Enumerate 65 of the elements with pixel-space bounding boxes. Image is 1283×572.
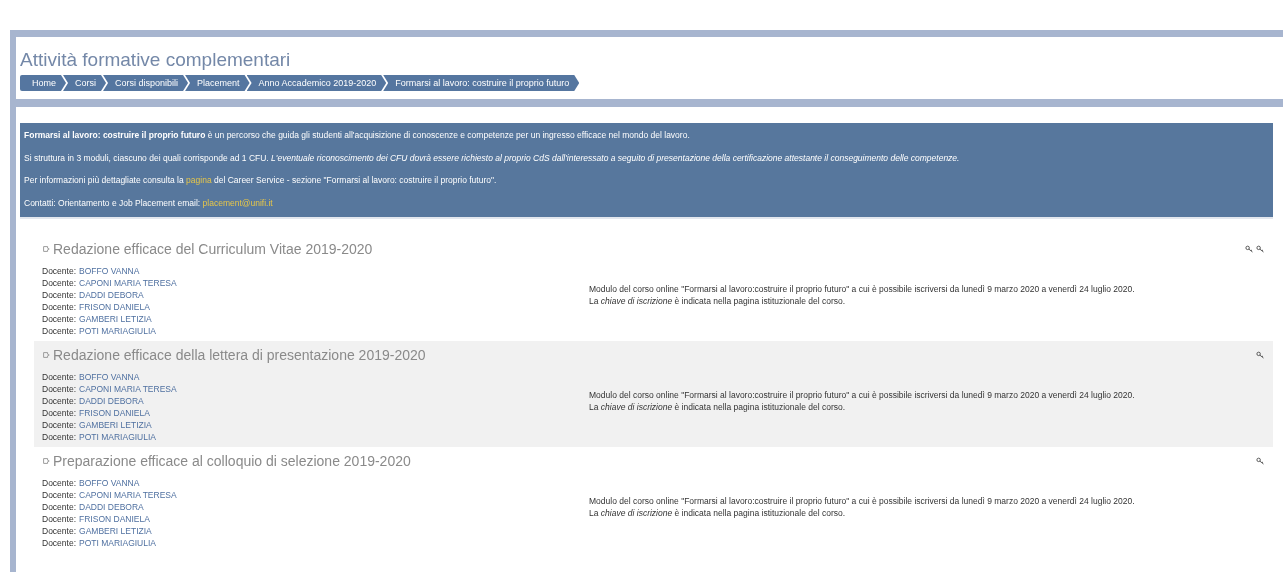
teacher-link[interactable]: GAMBERI LETIZIA [79, 313, 152, 324]
course-summary: La chiave di iscrizione è indicata nella pagina istituzionale del corso. [589, 401, 847, 414]
course-title-link[interactable]: Preparazione efficace al colloquio di selezione 2019-2020 [53, 452, 411, 469]
breadcrumb-link[interactable]: Home [20, 75, 66, 91]
key-icon [1245, 244, 1254, 253]
teacher-link[interactable]: FRISON DANIELA [79, 407, 150, 418]
info-paragraph: Contatti: Orientamento e Job Placement email: placement@unifi.it [24, 196, 274, 209]
course-bullet-icon [42, 244, 50, 253]
teacher-link[interactable]: POTI MARIAGIULIA [79, 431, 157, 442]
teacher-link[interactable]: BOFFO VANNA [79, 371, 140, 382]
key-icon [1256, 350, 1265, 359]
teacher-link[interactable]: CAPONI MARIA TERESA [79, 489, 177, 500]
teacher-label: Docente: [42, 501, 77, 512]
course-bullet-icon [42, 456, 50, 465]
teacher-link[interactable]: POTI MARIAGIULIA [79, 325, 157, 336]
teacher-label: Docente: [42, 431, 77, 442]
teacher-label: Docente: [42, 313, 77, 324]
teacher-label: Docente: [42, 371, 77, 382]
info-paragraph: Formarsi al lavoro: costruire il proprio futuro è un percorso che guida gli studenti all'acquisizione di conoscenze e competenze per un ingresso efficace nel mondo del lavoro. [24, 129, 691, 141]
breadcrumb-link[interactable]: Formarsi al lavoro: costruire il proprio futuro [383, 75, 580, 91]
course-summary: Modulo del corso online "Formarsi al lavoro:costruire il proprio futuro" a cui è possibile iscriversi da lunedì 9 marzo 2020 a venerdì 24 luglio 2020. [589, 282, 1136, 295]
breadcrumb-link[interactable]: Corsi [63, 75, 107, 91]
course-summary: Modulo del corso online "Formarsi al lavoro:costruire il proprio futuro" a cui è possibile iscriversi da lunedì 9 marzo 2020 a venerdì 24 luglio 2020. [589, 388, 1136, 401]
breadcrumb-link[interactable]: Corsi disponibili [103, 75, 189, 91]
teacher-link[interactable]: GAMBERI LETIZIA [79, 419, 152, 430]
key-icon [1256, 456, 1265, 465]
teacher-label: Docente: [42, 325, 77, 336]
teacher-label: Docente: [42, 525, 77, 536]
page-title: Attività formative complementari [20, 49, 292, 71]
course-bullet-icon [42, 350, 50, 359]
teacher-link[interactable]: GAMBERI LETIZIA [79, 525, 152, 536]
teacher-label: Docente: [42, 395, 77, 406]
teacher-label: Docente: [42, 537, 77, 548]
teacher-link[interactable]: BOFFO VANNA [79, 265, 140, 276]
teacher-link[interactable]: DADDI DEBORA [79, 501, 144, 512]
breadcrumb-link[interactable]: Anno Accademico 2019-2020 [246, 75, 387, 91]
teacher-label: Docente: [42, 407, 77, 418]
teacher-label: Docente: [42, 301, 77, 312]
teacher-link[interactable]: CAPONI MARIA TERESA [79, 383, 177, 394]
teacher-label: Docente: [42, 277, 77, 288]
teacher-label: Docente: [42, 289, 77, 300]
teacher-label: Docente: [42, 513, 77, 524]
teacher-link[interactable]: DADDI DEBORA [79, 289, 144, 300]
teacher-label: Docente: [42, 477, 77, 488]
info-link[interactable]: pagina [186, 175, 212, 185]
course-title-link[interactable]: Redazione efficace del Curriculum Vitae 2019-2020 [53, 240, 373, 257]
course-title-link[interactable]: Redazione efficace della lettera di presentazione 2019-2020 [53, 346, 426, 363]
teacher-link[interactable]: CAPONI MARIA TERESA [79, 277, 177, 288]
teacher-link[interactable]: DADDI DEBORA [79, 395, 144, 406]
teacher-link[interactable]: POTI MARIAGIULIA [79, 537, 157, 548]
course-summary: Modulo del corso online "Formarsi al lavoro:costruire il proprio futuro" a cui è possibile iscriversi da lunedì 9 marzo 2020 a venerdì 24 luglio 2020. [589, 494, 1136, 507]
teacher-label: Docente: [42, 489, 77, 500]
info-paragraph: Si struttura in 3 moduli, ciascuno dei quali corrisponde ad 1 CFU. L'eventuale riconoscimento dei CFU dovrà essere richiesto al proprio CdS dall'interessato a seguito di presentazione della certificazione attestante il conseguimento delle competenze. [24, 151, 961, 164]
teacher-label: Docente: [42, 383, 77, 394]
info-paragraph: Per informazioni più dettagliate consulta la pagina del Career Service - sezione "Formarsi al lavoro: costruire il proprio futuro". [24, 174, 498, 186]
teacher-label: Docente: [42, 265, 77, 276]
breadcrumb-link[interactable]: Placement [185, 75, 250, 91]
teacher-label: Docente: [42, 419, 77, 430]
key-icon [1256, 244, 1265, 253]
course-summary: La chiave di iscrizione è indicata nella pagina istituzionale del corso. [589, 507, 847, 520]
info-link[interactable]: placement@unifi.it [202, 197, 273, 208]
course-summary: La chiave di iscrizione è indicata nella pagina istituzionale del corso. [589, 295, 847, 308]
teacher-link[interactable]: FRISON DANIELA [79, 513, 150, 524]
teacher-link[interactable]: FRISON DANIELA [79, 301, 150, 312]
teacher-link[interactable]: BOFFO VANNA [79, 477, 140, 488]
